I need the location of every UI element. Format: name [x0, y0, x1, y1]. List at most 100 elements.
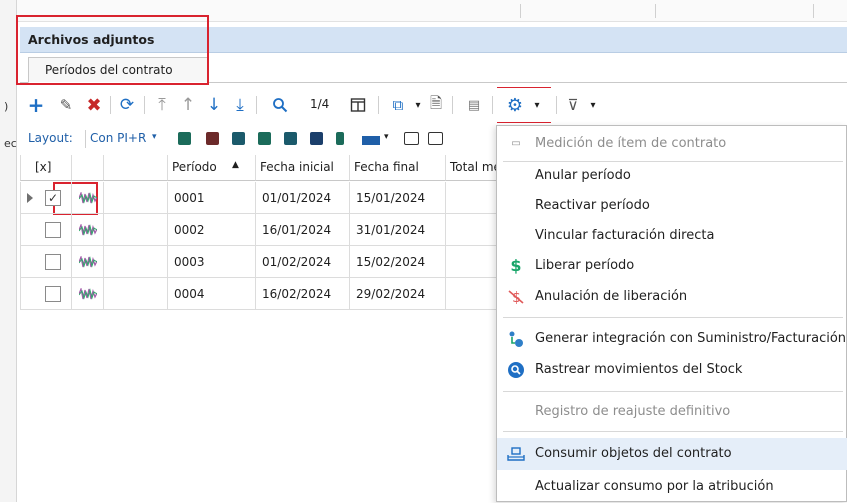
section-title: Archivos adjuntos [28, 32, 155, 47]
actions-context-menu: ▭ Medición de ítem de contrato Anular pe… [496, 125, 847, 502]
refresh-icon[interactable]: ⟳ [115, 93, 139, 117]
status-cell [72, 214, 104, 246]
layout-selector[interactable]: Con PI+R [90, 131, 146, 145]
attachments-section-header[interactable]: Archivos adjuntos [20, 27, 847, 53]
gear-icon[interactable]: ⚙ [503, 93, 527, 117]
pin-icon[interactable] [336, 132, 344, 145]
period-cell: 0001 [168, 182, 256, 214]
row-checkbox[interactable] [45, 286, 61, 302]
menu-item-vincular-facturacion[interactable]: Vincular facturación directa [497, 220, 847, 252]
menu-item-actualizar-consumo[interactable]: Actualizar consumo por la atribución [497, 471, 847, 503]
menu-item-rastrear-movimientos[interactable]: Rastrear movimientos del Stock [497, 354, 847, 386]
blank-cell [104, 246, 168, 278]
search-icon[interactable] [268, 93, 292, 117]
menu-item-generar-integracion[interactable]: Generar integración con Suministro/Factu… [497, 323, 847, 355]
panel-edge-glyph: ec [4, 137, 17, 150]
menu-item-liberar-periodo[interactable]: $ Liberar período [497, 250, 847, 282]
status-cell [72, 182, 104, 214]
waveform-icon [79, 288, 97, 300]
divider [110, 96, 111, 114]
row-checkbox[interactable] [45, 254, 61, 270]
column-header-label: Período [172, 160, 217, 174]
chevron-down-icon[interactable]: ▾ [152, 132, 157, 142]
menu-item-consumir-objetos[interactable]: Consumir objetos del contrato [497, 438, 847, 470]
end-date-cell: 31/01/2024 [350, 214, 446, 246]
chevron-down-icon[interactable]: ▾ [384, 132, 389, 142]
table-row[interactable]: ✓ 0001 01/01/2024 15/01/2024 [20, 182, 510, 214]
column-header-start-date[interactable]: Fecha inicial [256, 155, 350, 181]
move-bottom-icon[interactable]: ⤓ [228, 93, 252, 117]
menu-item-registro-reajuste[interactable]: Registro de reajuste definitivo [497, 396, 847, 428]
menu-item-anulacion-liberacion[interactable]: $ Anulación de liberación [497, 281, 847, 313]
consume-icon [507, 447, 525, 461]
period-cell: 0003 [168, 246, 256, 278]
menu-item-anular-periodo[interactable]: Anular período [497, 160, 847, 192]
column-header-check[interactable]: [x] [20, 155, 72, 181]
document-icon[interactable]: 🗎 [424, 93, 448, 117]
move-top-icon[interactable]: ⤒ [150, 93, 174, 117]
column-header-period[interactable]: Período ▲ [168, 155, 256, 181]
tab-label: Períodos del contrato [45, 63, 173, 77]
report-icon[interactable]: ▤ [462, 93, 486, 117]
format-painter-icon[interactable] [310, 132, 323, 145]
start-date-cell: 01/02/2024 [256, 246, 350, 278]
start-date-cell: 01/01/2024 [256, 182, 350, 214]
panel-edge-glyph: ) [4, 100, 9, 113]
menu-separator [503, 317, 843, 318]
left-panel-edge: ) ec [0, 0, 17, 502]
measure-icon: ▭ [511, 138, 521, 149]
dollar-cancel-icon: $ [508, 290, 524, 306]
columns-icon[interactable] [346, 93, 370, 117]
waveform-icon [79, 224, 97, 236]
column-header-blank [104, 155, 168, 181]
menu-item-medicion[interactable]: ▭ Medición de ítem de contrato [497, 128, 847, 160]
layout-label: Layout: [28, 131, 73, 145]
divider [144, 96, 145, 114]
waveform-icon [79, 256, 97, 268]
end-date-cell: 29/02/2024 [350, 278, 446, 310]
chart-icon[interactable] [362, 136, 380, 145]
waveform-icon [79, 192, 97, 204]
chevron-down-icon[interactable]: ▾ [581, 93, 605, 117]
period-cell: 0002 [168, 214, 256, 246]
panel-icon[interactable] [404, 132, 419, 145]
add-row-icon[interactable] [178, 132, 191, 145]
divider [520, 4, 521, 18]
column-header-end-date[interactable]: Fecha final [350, 155, 446, 181]
edit-icon[interactable]: ✎ [54, 93, 78, 117]
divider [813, 4, 814, 18]
start-date-cell: 16/02/2024 [256, 278, 350, 310]
add-icon[interactable]: + [24, 93, 48, 117]
move-row-down-icon[interactable] [284, 132, 297, 145]
menu-item-reactivar-periodo[interactable]: Reactivar período [497, 190, 847, 222]
blank-cell [104, 182, 168, 214]
periods-grid: [x] Período ▲ Fecha inicial Fecha final … [20, 155, 510, 315]
blank-cell [104, 214, 168, 246]
insert-row-icon[interactable] [232, 132, 245, 145]
row-checkbox[interactable]: ✓ [45, 190, 61, 206]
divider [452, 96, 453, 114]
move-down-icon[interactable]: ↓ [202, 93, 226, 117]
menu-separator [503, 391, 843, 392]
delete-icon[interactable]: ✖ [82, 93, 106, 117]
move-up-icon[interactable]: ↑ [176, 93, 200, 117]
row-checkbox[interactable] [45, 222, 61, 238]
end-date-cell: 15/01/2024 [350, 182, 446, 214]
remove-row-icon[interactable] [206, 132, 219, 145]
column-header-status [72, 155, 104, 181]
current-row-icon [27, 193, 33, 203]
divider [655, 4, 656, 18]
blank-cell [104, 278, 168, 310]
table-row[interactable]: 0003 01/02/2024 15/02/2024 [20, 246, 510, 278]
check-cell: ✓ [20, 182, 72, 214]
end-date-cell: 15/02/2024 [350, 246, 446, 278]
page-indicator: 1/4 [310, 97, 330, 111]
chevron-down-icon[interactable]: ▾ [525, 93, 549, 117]
move-row-up-icon[interactable] [258, 132, 271, 145]
panel-split-icon[interactable] [428, 132, 443, 145]
track-icon [508, 362, 524, 378]
table-row[interactable]: 0002 16/01/2024 31/01/2024 [20, 214, 510, 246]
table-row[interactable]: 0004 16/02/2024 29/02/2024 [20, 278, 510, 310]
top-bar [17, 0, 847, 22]
tab-periods[interactable]: Períodos del contrato [28, 57, 208, 83]
